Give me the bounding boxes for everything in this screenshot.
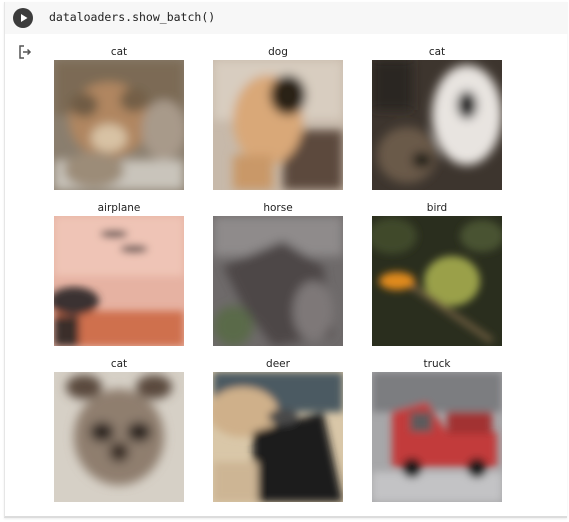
- code-text[interactable]: dataloaders.show_batch(): [49, 10, 215, 24]
- cat-image: [54, 372, 184, 502]
- tile-label: cat: [428, 46, 446, 58]
- tile-label: bird: [426, 202, 448, 214]
- tile-label: airplane: [97, 202, 141, 214]
- tile-label: horse: [263, 202, 293, 214]
- run-cell-button[interactable]: [13, 8, 33, 28]
- cat-image: [54, 60, 184, 190]
- code-input-area[interactable]: dataloaders.show_batch(): [5, 2, 568, 34]
- tile-label: cat: [110, 358, 128, 370]
- dog-image: [213, 60, 343, 190]
- bird-image: [372, 216, 502, 346]
- play-icon: [21, 14, 28, 22]
- output-redirect-icon[interactable]: [17, 44, 33, 60]
- horse-image: [213, 216, 343, 346]
- tile-label: deer: [266, 358, 290, 370]
- notebook-cell: dataloaders.show_batch() cat dog cat air…: [4, 2, 568, 518]
- tile-label: truck: [423, 358, 451, 370]
- deer-image: [213, 372, 343, 502]
- truck-image: [372, 372, 502, 502]
- airplane-image: [54, 216, 184, 346]
- cat-image: [372, 60, 502, 190]
- tile-label: cat: [110, 46, 128, 58]
- tile-label: dog: [268, 46, 288, 58]
